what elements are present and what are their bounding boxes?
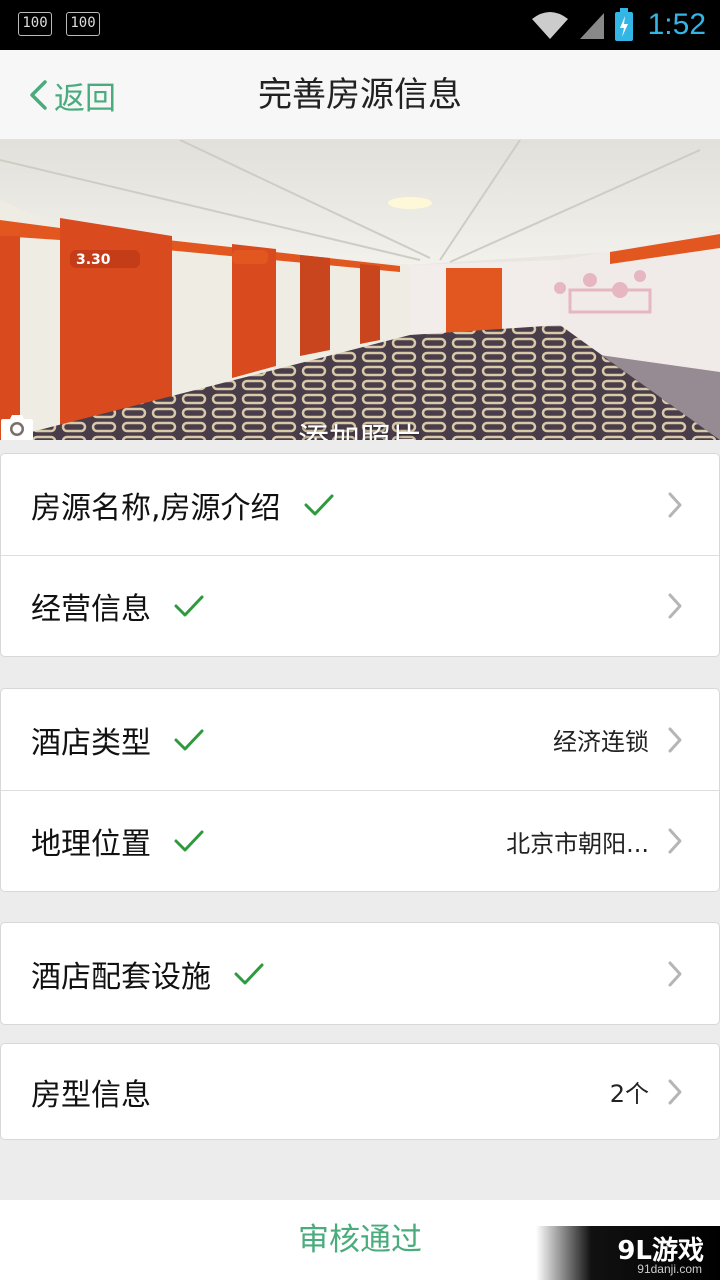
hotel-type-value: 经济连锁 [553,728,649,756]
svg-text:3.30: 3.30 [76,252,111,268]
row-label: 酒店配套设施 [31,959,211,995]
hotel-facilities-row[interactable]: 酒店配套设施 [1,923,719,1024]
camera-icon [1,415,33,440]
chevron-right-icon [668,492,682,517]
chevron-right-icon [668,828,682,854]
battery-icon [614,8,633,41]
hotel-photo[interactable]: 3.30 添加照片 [0,140,720,440]
chevron-right-icon [668,1079,682,1104]
hotel-details-group: 酒店类型 经济连锁 地理位置 北京市朝阳... [0,688,720,892]
facilities-group: 酒店配套设施 [0,922,720,1025]
listing-name-intro-row[interactable]: 房源名称,房源介绍 [1,454,719,555]
location-value: 北京市朝阳... [506,829,649,858]
hotel-corridor-image: 3.30 [0,140,720,440]
watermark-url: 91danji.com [637,1262,702,1276]
status-bar: 100 100 1:52 [0,0,720,50]
watermark-logo: 9L游戏 91danji.com [536,1226,720,1280]
row-label: 地理位置 [31,827,151,862]
row-label: 经营信息 [31,592,151,627]
location-row[interactable]: 地理位置 北京市朝阳... [1,790,719,891]
room-type-row[interactable]: 房型信息 2个 [1,1044,719,1139]
add-photo-label: 添加照片 [298,421,422,441]
add-photo-button[interactable]: 添加照片 [0,412,720,440]
chevron-right-icon [668,961,682,986]
room-type-count: 2个 [609,1080,649,1108]
row-label: 酒店类型 [31,725,151,761]
chevron-right-icon [668,593,682,619]
status-time: 1:52 [647,8,706,41]
wifi-icon [531,12,568,39]
check-icon [174,595,204,617]
room-type-group: 房型信息 2个 [0,1043,720,1140]
check-icon [234,963,264,984]
title-bar: 返回 完善房源信息 [0,50,720,140]
signal-icon [579,13,604,39]
check-icon [174,830,204,852]
row-label: 房型信息 [31,1077,151,1113]
notification-badge-left: 100 [18,12,52,36]
hotel-type-row[interactable]: 酒店类型 经济连锁 [1,689,719,790]
check-icon [174,729,204,750]
basic-info-group: 房源名称,房源介绍 经营信息 [0,453,720,657]
row-label: 房源名称,房源介绍 [31,490,281,526]
notification-badge-right: 100 [66,12,100,36]
page-title: 完善房源信息 [258,75,462,115]
check-icon [304,494,334,515]
business-info-row[interactable]: 经营信息 [1,555,719,656]
chevron-right-icon [668,727,682,752]
